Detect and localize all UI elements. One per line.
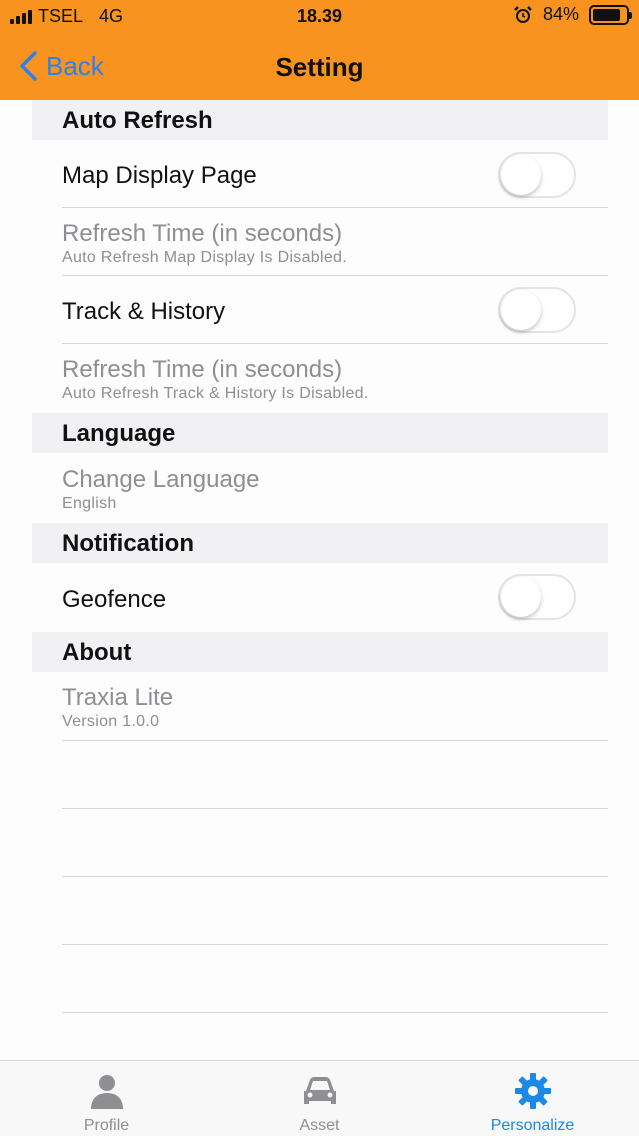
nav-bar: Back Setting	[0, 32, 639, 100]
toggle-knob	[501, 155, 541, 195]
map-display-label: Map Display Page	[62, 162, 257, 189]
person-icon	[90, 1075, 123, 1109]
toggle-knob	[501, 290, 541, 330]
section-header-language: Language	[32, 413, 608, 453]
track-refresh-time-subtitle: Auto Refresh Track & History Is Disabled…	[62, 385, 369, 402]
tab-profile[interactable]: Profile	[0, 1061, 213, 1136]
battery-percent: 84%	[542, 4, 579, 24]
tab-asset[interactable]: Asset	[213, 1061, 426, 1136]
section-title: Notification	[62, 530, 194, 557]
empty-row-divider	[62, 808, 608, 809]
empty-row-divider	[62, 876, 608, 877]
track-history-label: Track & History	[62, 298, 226, 325]
battery-icon	[589, 4, 632, 25]
toggle-knob	[501, 577, 541, 617]
tab-label: Personalize	[490, 1117, 575, 1134]
geofence-toggle[interactable]	[498, 574, 576, 620]
alarm-icon	[514, 5, 532, 23]
divider	[62, 207, 608, 208]
map-refresh-time-title[interactable]: Refresh Time (in seconds)	[62, 220, 342, 248]
divider	[62, 343, 608, 344]
tab-label: Profile	[83, 1117, 130, 1134]
track-history-toggle[interactable]	[498, 287, 576, 333]
section-header-notification: Notification	[32, 523, 608, 563]
section-title: About	[62, 639, 132, 666]
gear-icon	[514, 1073, 551, 1109]
app-name: Traxia Lite	[62, 684, 174, 711]
divider	[62, 275, 608, 276]
geofence-label: Geofence	[62, 586, 167, 613]
empty-row-divider	[62, 944, 608, 945]
battery-fill	[593, 8, 620, 21]
status-right: 84%	[513, 4, 632, 25]
settings-list: Auto Refresh Map Display Page Refresh Ti…	[0, 100, 639, 1060]
change-language-title[interactable]: Change Language	[62, 466, 260, 494]
track-refresh-time-title[interactable]: Refresh Time (in seconds)	[62, 356, 342, 384]
app-version: Version 1.0.0	[62, 713, 160, 730]
section-header-auto-refresh: Auto Refresh	[32, 100, 608, 140]
section-header-about: About	[32, 632, 608, 672]
tab-label: Asset	[299, 1117, 340, 1134]
status-bar: TSEL 4G 18.39 84%	[0, 0, 639, 32]
page-title: Setting	[275, 52, 364, 82]
tab-bar: Profile Asset Personalize	[0, 1060, 639, 1136]
section-title: Language	[62, 420, 176, 447]
map-refresh-time-subtitle: Auto Refresh Map Display Is Disabled.	[62, 249, 347, 266]
empty-row-divider	[62, 1012, 608, 1013]
car-icon	[303, 1077, 336, 1104]
change-language-subtitle: English	[62, 495, 117, 512]
divider	[62, 740, 608, 741]
section-title: Auto Refresh	[62, 107, 213, 134]
map-display-toggle[interactable]	[498, 152, 576, 198]
tab-personalize[interactable]: Personalize	[426, 1061, 639, 1136]
